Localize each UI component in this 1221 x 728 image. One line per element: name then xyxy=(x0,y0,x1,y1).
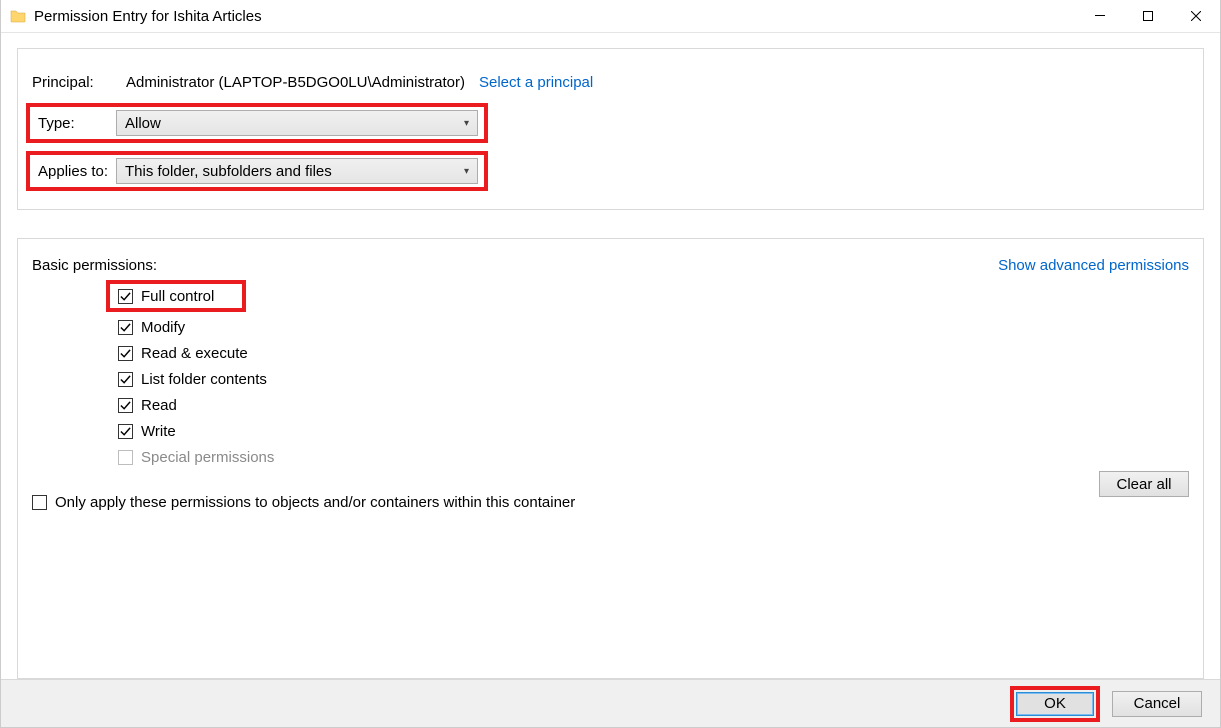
read-execute-item: Read & execute xyxy=(118,340,1189,366)
ok-button[interactable]: OK xyxy=(1016,692,1094,716)
write-label: Write xyxy=(141,423,176,440)
modify-checkbox[interactable] xyxy=(118,320,133,335)
permissions-list: Full control Modify Read & execute List … xyxy=(118,280,1189,470)
maximize-button[interactable] xyxy=(1124,0,1172,33)
applies-to-combobox[interactable]: This folder, subfolders and files ▾ xyxy=(116,158,478,184)
minimize-button[interactable] xyxy=(1076,0,1124,33)
chevron-down-icon: ▾ xyxy=(464,118,469,129)
special-item: Special permissions xyxy=(118,444,1189,470)
list-folder-checkbox[interactable] xyxy=(118,372,133,387)
type-combobox[interactable]: Allow ▾ xyxy=(116,110,478,136)
show-advanced-permissions-link[interactable]: Show advanced permissions xyxy=(998,257,1189,274)
list-folder-item: List folder contents xyxy=(118,366,1189,392)
full-control-highlight: Full control xyxy=(106,280,246,312)
applies-to-label: Applies to: xyxy=(32,163,116,180)
principal-panel: Principal: Administrator (LAPTOP-B5DGO0L… xyxy=(17,48,1204,210)
principal-row: Principal: Administrator (LAPTOP-B5DGO0L… xyxy=(26,67,1185,97)
titlebar: Permission Entry for Ishita Articles xyxy=(1,0,1220,33)
command-bar: OK Cancel xyxy=(1,679,1220,727)
write-item: Write xyxy=(118,418,1189,444)
principal-label: Principal: xyxy=(26,74,116,91)
modify-item: Modify xyxy=(118,314,1189,340)
type-label: Type: xyxy=(32,115,116,132)
chevron-down-icon: ▾ xyxy=(464,166,469,177)
only-apply-row: Only apply these permissions to objects … xyxy=(32,494,1189,511)
basic-permissions-label: Basic permissions: xyxy=(32,257,157,274)
type-row-highlight: Type: Allow ▾ xyxy=(26,103,488,143)
close-button[interactable] xyxy=(1172,0,1220,33)
clear-all-wrapper: Clear all xyxy=(1099,471,1189,497)
type-combobox-value: Allow xyxy=(125,115,161,132)
only-apply-label: Only apply these permissions to objects … xyxy=(55,494,575,511)
full-control-label: Full control xyxy=(141,288,214,305)
folder-icon xyxy=(10,8,26,24)
ok-highlight: OK xyxy=(1010,686,1100,722)
special-label: Special permissions xyxy=(141,449,274,466)
client-area: Principal: Administrator (LAPTOP-B5DGO0L… xyxy=(1,33,1220,727)
applies-to-row-highlight: Applies to: This folder, subfolders and … xyxy=(26,151,488,191)
clear-all-button[interactable]: Clear all xyxy=(1099,471,1189,497)
special-checkbox xyxy=(118,450,133,465)
read-checkbox[interactable] xyxy=(118,398,133,413)
read-execute-checkbox[interactable] xyxy=(118,346,133,361)
read-label: Read xyxy=(141,397,177,414)
modify-label: Modify xyxy=(141,319,185,336)
read-execute-label: Read & execute xyxy=(141,345,248,362)
only-apply-checkbox[interactable] xyxy=(32,495,47,510)
full-control-checkbox[interactable] xyxy=(118,289,133,304)
cancel-button[interactable]: Cancel xyxy=(1112,691,1202,717)
permissions-panel: Basic permissions: Show advanced permiss… xyxy=(17,238,1204,679)
list-folder-label: List folder contents xyxy=(141,371,267,388)
read-item: Read xyxy=(118,392,1189,418)
principal-value: Administrator (LAPTOP-B5DGO0LU\Administr… xyxy=(126,74,465,91)
window-title: Permission Entry for Ishita Articles xyxy=(34,8,262,25)
applies-to-combobox-value: This folder, subfolders and files xyxy=(125,163,332,180)
write-checkbox[interactable] xyxy=(118,424,133,439)
select-principal-link[interactable]: Select a principal xyxy=(479,74,593,91)
